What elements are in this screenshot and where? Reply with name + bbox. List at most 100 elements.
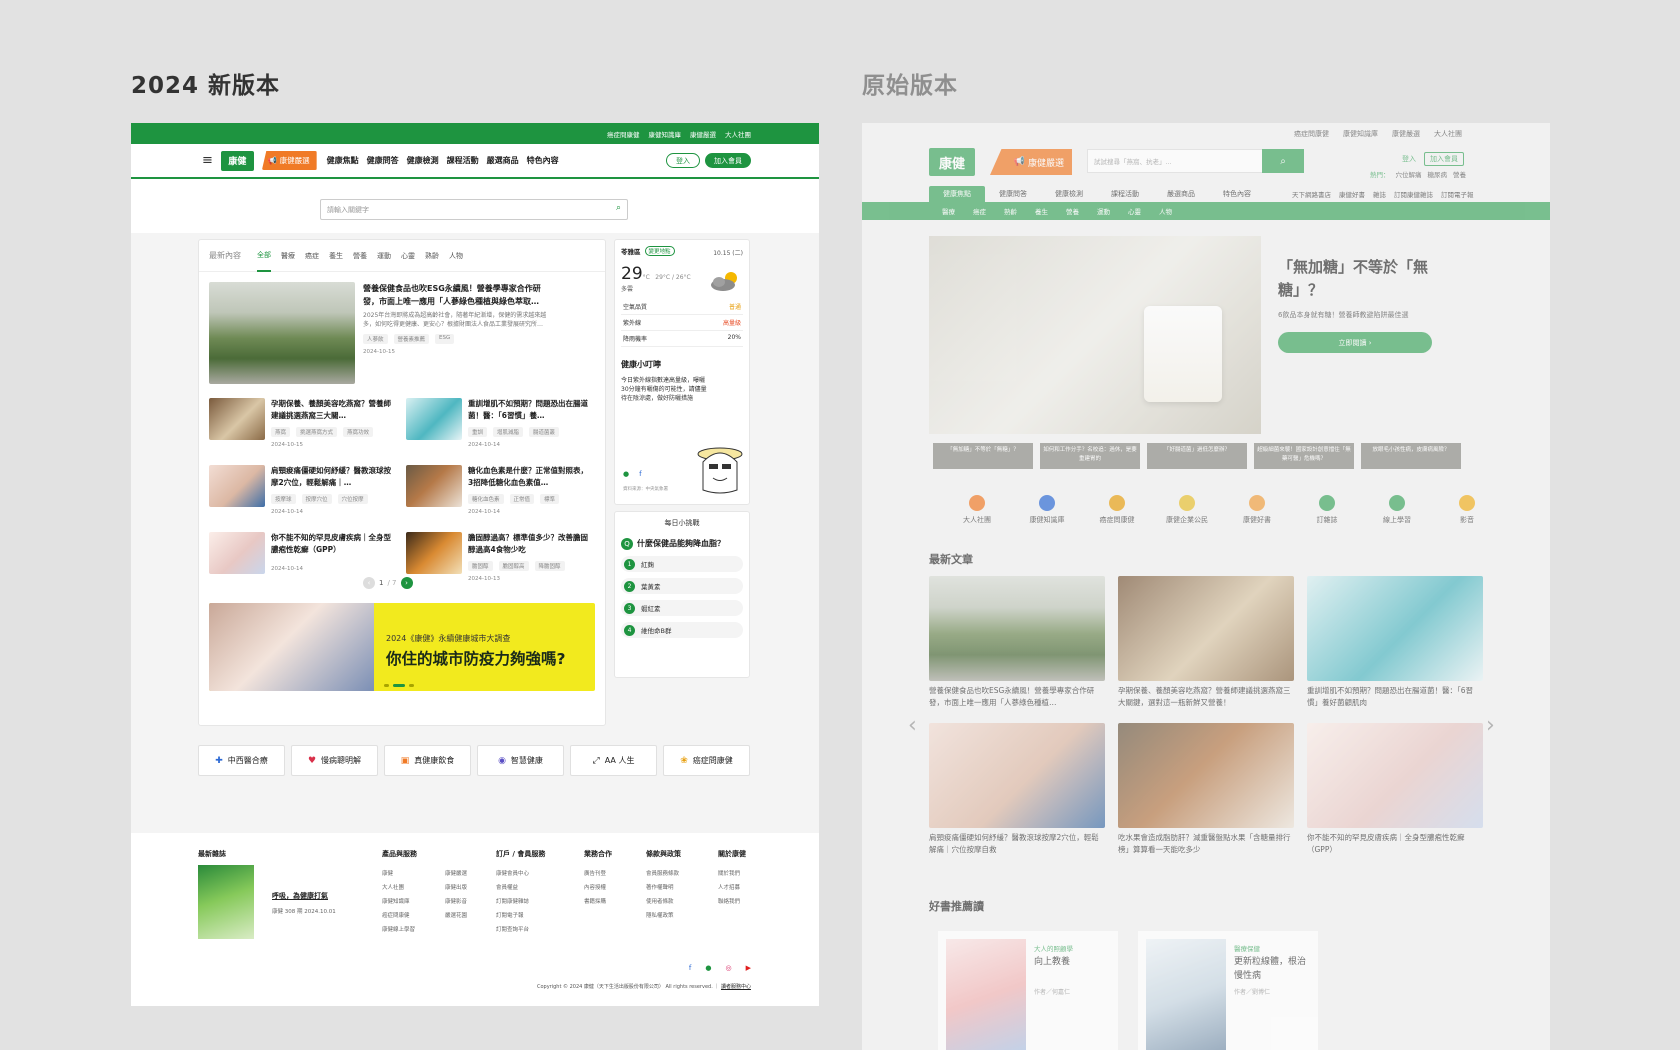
selection-button[interactable]: 📢 康健嚴選 (261, 151, 317, 170)
line-icon[interactable]: ● (623, 470, 629, 478)
tab-people[interactable]: 人物 (449, 240, 463, 272)
tag[interactable]: 降膽固醇 (534, 561, 565, 571)
hero-thumb[interactable]: 如何和工作分手？名校追：過休，是要重建胃的 (1040, 443, 1140, 469)
footer-link[interactable]: 訂閱康健雜誌 (496, 895, 545, 909)
footer-link[interactable]: 康健影音 (445, 895, 467, 909)
hot-keyword[interactable]: 營養 (1453, 169, 1466, 179)
article-title[interactable]: 重訓增肌不如預期？問題恐出在腸道菌！醫：「6習慣」養好菌顧肌肉 (1307, 685, 1483, 709)
article-title[interactable]: 重訓增肌不如預期？問題恐出在腸道菌！醫：「6習慣」養… (468, 398, 591, 422)
tab-all[interactable]: 全部 (257, 240, 271, 272)
search-icon[interactable]: ⌕ (616, 203, 621, 213)
hero-thumb[interactable]: 超級細菌來襲！國家設計創意擋住「無藥可醫」危機嗎？ (1254, 443, 1354, 469)
quick-link-aa[interactable]: ⤢ AA 人生 (570, 745, 657, 776)
book-cover[interactable] (946, 939, 1026, 1050)
top-link[interactable]: 康健嚴選 (1392, 129, 1420, 139)
old-hero-image[interactable] (929, 236, 1261, 434)
article-title[interactable]: 肩頸痠痛僵硬如何紓緩？醫教滾球按摩2穴位，輕鬆解痛｜穴位按摩自救 (929, 832, 1105, 856)
footer-link[interactable]: 大人社團 (382, 881, 415, 895)
article-title[interactable]: 膽固醇過高？標準值多少？改善膽固醇過高4食物少吃 (468, 532, 591, 556)
top-link[interactable]: 癌症問康健 (607, 129, 640, 139)
old-login-link[interactable]: 登入 (1402, 154, 1416, 164)
change-location-button[interactable]: 變更地點 (644, 246, 675, 256)
tag[interactable]: 挑選燕窩方式 (296, 427, 338, 437)
tag[interactable]: 燕窩功效 (343, 427, 374, 437)
footer-link[interactable]: 隱私權政策 (646, 909, 681, 923)
article-card[interactable]: 孕期保養、養顏美容吃燕窩？營養師建議挑選燕窩三大關… 燕窩 挑選燕窩方式 燕窩功效 … (209, 398, 394, 448)
article-card[interactable]: 重訓增肌不如預期？問題恐出在腸道菌！醫：「6習慣」養… 重訓 增肌減脂 腸道菌叢 2… (406, 398, 591, 448)
tab-exercise[interactable]: 運動 (377, 240, 391, 272)
nav-item[interactable]: 健康焦點 (327, 155, 359, 166)
article-card[interactable]: 你不能不知的罕見皮膚疾病｜全身型膿疱性乾癬（GPP） 2024-10-14 (209, 532, 394, 574)
quiz-option[interactable]: 1 紅麴 (621, 556, 743, 572)
nav-item[interactable]: 嚴選商品 (1153, 186, 1209, 202)
quick-link-smart[interactable]: ◉ 智慧健康 (477, 745, 564, 776)
tab-senior[interactable]: 熟齡 (425, 240, 439, 272)
subnav-item[interactable]: 人物 (1159, 206, 1172, 216)
nav-item[interactable]: 健康檢測 (1041, 186, 1097, 202)
quick-link-diet[interactable]: ▣ 真健康飲食 (384, 745, 471, 776)
dot[interactable] (384, 684, 389, 687)
article-image[interactable] (1118, 576, 1294, 681)
hero-thumb[interactable]: 放眼毛小孩性病，皮膚病風險？ (1361, 443, 1461, 469)
article-card[interactable]: 膽固醇過高？標準值多少？改善膽固醇過高4食物少吃 膽固醇 膽固醇高 降膽固醇 202… (406, 532, 591, 582)
featured-image[interactable] (209, 282, 355, 384)
article-title[interactable]: 孕期保養、養顏美容吃燕窩？營養師建議挑選燕窩三大關鍵，選對這一瓶新鮮又營養！ (1118, 685, 1294, 709)
line-icon[interactable]: ● (705, 964, 711, 972)
footer-link[interactable]: 關於我們 (718, 867, 746, 881)
tag[interactable]: 標準 (540, 494, 560, 504)
icon-link[interactable]: 線上學習 (1362, 495, 1432, 525)
quick-link-integrative[interactable]: ✚ 中西醫合療 (198, 745, 285, 776)
tag[interactable]: 燕窩 (271, 427, 291, 437)
instagram-icon[interactable]: ◎ (726, 964, 732, 972)
old-search-button[interactable]: ⌕ (1262, 149, 1304, 173)
footer-link[interactable]: 內容授權 (584, 881, 612, 895)
tag[interactable]: 重訓 (468, 427, 488, 437)
icon-link[interactable]: 康健知識庫 (1012, 495, 1082, 525)
article-card[interactable]: 你不能不知的罕見皮膚疾病｜全身型膿疱性乾癬（GPP） (1307, 723, 1483, 856)
tab-medical[interactable]: 醫療 (281, 240, 295, 272)
tag[interactable]: 膽固醇 (468, 561, 493, 571)
nav-item[interactable]: 訂閱電子報 (1441, 189, 1474, 199)
tag[interactable]: 營養素推薦 (393, 334, 430, 344)
tab-cancer[interactable]: 癌症 (305, 240, 319, 272)
tag[interactable]: 增肌減脂 (493, 427, 524, 437)
article-image[interactable] (929, 723, 1105, 828)
footer-link[interactable]: 康健出版 (445, 881, 467, 895)
subnav-item[interactable]: 營養 (1066, 206, 1079, 216)
icon-link[interactable]: 訂雜誌 (1292, 495, 1362, 525)
tag[interactable]: 穴位按摩 (337, 494, 368, 504)
login-button[interactable]: 登入 (666, 153, 700, 168)
subnav-item[interactable]: 心靈 (1128, 206, 1141, 216)
article-image[interactable] (406, 465, 462, 507)
footer-link[interactable]: 著作權聲明 (646, 881, 681, 895)
article-title[interactable]: 肩頸痠痛僵硬如何紓緩？醫教滾球按摩2穴位，輕鬆解痛｜… (271, 465, 394, 489)
article-card[interactable]: 糖化血色素是什麼？正常值對照表，3招降低糖化血色素值… 糖化血色素 正常值 標準 2… (406, 465, 591, 515)
prev-page-button[interactable]: ‹ (363, 577, 375, 589)
nav-item[interactable]: 健康焦點 (929, 186, 985, 202)
quiz-option[interactable]: 4 維他命B群 (621, 622, 743, 638)
subnav-item[interactable]: 運動 (1097, 206, 1110, 216)
footer-link[interactable]: 康健 (382, 867, 415, 881)
site-logo[interactable]: 康健 (220, 150, 254, 171)
tag[interactable]: 膽固醇高 (498, 561, 529, 571)
article-image[interactable] (209, 465, 265, 507)
nav-item[interactable]: 健康問答 (367, 155, 399, 166)
icon-link[interactable]: 大人社團 (942, 495, 1012, 525)
article-card[interactable]: 營養保健食品也吹ESG永續風！營養學專家合作研發，市面上唯一應用「人蔘綠色種植… (929, 576, 1105, 709)
featured-title[interactable]: 營養保健食品也吹ESG永續風！營養學專家合作研發，市面上唯一應用「人蔘綠色種植與… (363, 282, 553, 308)
promo-banner[interactable]: 2024《康健》永續健康城市大調查 你住的城市防疫力夠強嗎? (209, 603, 595, 691)
article-image[interactable] (1307, 723, 1483, 828)
article-title[interactable]: 吃水果會造成脂肪肝？減重醫盤點水果「含糖量排行榜」算算看一天能吃多少 (1118, 832, 1294, 856)
hero-title[interactable]: 「無加糖」不等於「無糖」？ (1278, 256, 1448, 302)
tag[interactable]: 糖化血色素 (468, 494, 504, 504)
article-title[interactable]: 營養保健食品也吹ESG永續風！營養學專家合作研發，市面上唯一應用「人蔘綠色種植… (929, 685, 1105, 709)
dot-active[interactable] (393, 684, 405, 687)
nav-item[interactable]: 健康檢測 (407, 155, 439, 166)
read-now-button[interactable]: 立即閱讀 › (1278, 332, 1432, 353)
article-card[interactable]: 重訓增肌不如預期？問題恐出在腸道菌！醫：「6習慣」養好菌顧肌肉 (1307, 576, 1483, 709)
chevron-left-icon[interactable]: ‹ (908, 713, 917, 738)
article-card[interactable]: 肩頸痠痛僵硬如何紓緩？醫教滾球按摩2穴位，輕鬆解痛｜… 按摩球 按摩穴位 穴位按摩 … (209, 465, 394, 515)
article-image[interactable] (929, 576, 1105, 681)
article-image[interactable] (406, 532, 462, 574)
top-link[interactable]: 康健知識庫 (1343, 129, 1378, 139)
